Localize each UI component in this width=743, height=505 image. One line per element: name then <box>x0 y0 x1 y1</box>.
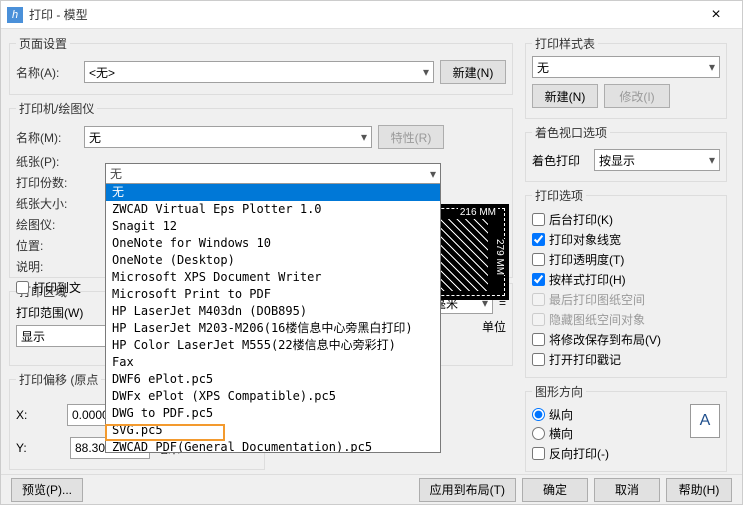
orient-group: 图形方向 纵向 横向 反向打印(-) A <box>525 383 727 472</box>
papersize-label: 纸张大小: <box>16 195 78 212</box>
style-edit-button[interactable]: 修改(I) <box>604 84 670 108</box>
orient-landscape[interactable]: 横向 <box>532 425 680 442</box>
plotter-legend: 打印机/绘图仪 <box>16 100 97 117</box>
viewport-legend: 着色视口选项 <box>532 124 610 141</box>
dropdown-item[interactable]: Snagit 12 <box>106 218 440 235</box>
plotter-props-button[interactable]: 特性(R) <box>378 125 444 149</box>
paper-label: 纸张(P): <box>16 153 78 170</box>
orient-legend: 图形方向 <box>532 383 586 400</box>
options-group: 打印选项 后台打印(K) 打印对象线宽 打印透明度(T) 按样式打印(H) 最后… <box>525 187 727 378</box>
dropdown-item[interactable]: DWF6 ePlot.pc5 <box>106 371 440 388</box>
copies-label: 打印份数: <box>16 174 78 191</box>
preview-button[interactable]: 预览(P)... <box>11 478 83 502</box>
plotter-name-label: 名称(M): <box>16 129 78 146</box>
pagesetup-name-label: 名称(A): <box>16 64 78 81</box>
opt-save-check[interactable]: 将修改保存到布局(V) <box>532 331 720 348</box>
orientation-icon: A <box>690 404 720 438</box>
desc-label: 说明: <box>16 258 78 275</box>
dropdown-item[interactable]: DWG to PDF.pc5 <box>106 405 440 422</box>
dropdown-item[interactable]: OneNote (Desktop) <box>106 252 440 269</box>
offset-legend: 打印偏移 (原点 <box>16 371 101 388</box>
shade-label: 着色打印 <box>532 152 588 169</box>
dropdown-item[interactable]: SVG.pc5 <box>106 422 440 439</box>
preview-height: 279 MM <box>494 239 505 275</box>
apply-button[interactable]: 应用到布局(T) <box>419 478 516 502</box>
shade-combo[interactable]: 按显示 <box>594 149 720 171</box>
orient-portrait[interactable]: 纵向 <box>532 406 680 423</box>
style-new-button[interactable]: 新建(N) <box>532 84 598 108</box>
ok-button[interactable]: 确定 <box>522 478 588 502</box>
footer: 预览(P)... 应用到布局(T) 确定 取消 帮助(H) <box>1 474 742 504</box>
dropdown-item[interactable]: Microsoft XPS Document Writer <box>106 269 440 286</box>
style-combo[interactable]: 无 <box>532 56 720 78</box>
preview-width: 216 MM <box>458 207 498 218</box>
dropdown-item[interactable]: Fax <box>106 354 440 371</box>
location-label: 位置: <box>16 237 78 254</box>
style-group: 打印样式表 无 新建(N) 修改(I) <box>525 35 727 119</box>
unit-label: 单位 <box>482 318 506 335</box>
pagesetup-name-combo[interactable]: <无> <box>84 61 434 83</box>
dropdown-item[interactable]: 无 <box>106 184 440 201</box>
cancel-button[interactable]: 取消 <box>594 478 660 502</box>
opt-stamp-check[interactable]: 打开打印戳记 <box>532 351 720 368</box>
titlebar: h 打印 - 模型 × <box>1 1 742 29</box>
dropdown-item[interactable]: HP LaserJet M203-M206(16楼信息中心旁黑白打印) <box>106 320 440 337</box>
dropdown-item[interactable]: HP LaserJet M403dn (DOB895) <box>106 303 440 320</box>
dropdown-item[interactable]: ZWCAD Virtual Eps Plotter 1.0 <box>106 201 440 218</box>
help-button[interactable]: 帮助(H) <box>666 478 732 502</box>
dropdown-item[interactable]: DWFx ePlot (XPS Compatible).pc5 <box>106 388 440 405</box>
offset-y-label: Y: <box>16 441 64 455</box>
dropdown-item[interactable]: OneNote for Windows 10 <box>106 235 440 252</box>
dropdown-selected[interactable]: 无 <box>106 164 440 184</box>
opt-style-check[interactable]: 按样式打印(H) <box>532 271 720 288</box>
page-setup-group: 页面设置 名称(A): <无> 新建(N) <box>9 35 513 95</box>
dropdown-item[interactable]: Microsoft Print to PDF <box>106 286 440 303</box>
style-legend: 打印样式表 <box>532 35 598 52</box>
opt-bg-check[interactable]: 后台打印(K) <box>532 211 720 228</box>
orient-reverse[interactable]: 反向打印(-) <box>532 445 680 462</box>
plotter-dropdown[interactable]: 无 无ZWCAD Virtual Eps Plotter 1.0Snagit 1… <box>105 163 441 453</box>
device-label: 绘图仪: <box>16 216 78 233</box>
app-icon: h <box>7 7 23 23</box>
offset-x-label: X: <box>16 408 61 422</box>
viewport-group: 着色视口选项 着色打印 按显示 <box>525 124 727 182</box>
plotter-name-combo[interactable]: 无 <box>84 126 372 148</box>
close-button[interactable]: × <box>696 2 736 28</box>
dropdown-item[interactable]: ZWCAD PDF(General Documentation).pc5 <box>106 439 440 453</box>
page-setup-legend: 页面设置 <box>16 35 70 52</box>
window-title: 打印 - 模型 <box>29 6 696 23</box>
opt-trans-check[interactable]: 打印透明度(T) <box>532 251 720 268</box>
pagesetup-new-button[interactable]: 新建(N) <box>440 60 506 84</box>
opt-hide-check[interactable]: 隐藏图纸空间对象 <box>532 311 720 328</box>
opt-last-check[interactable]: 最后打印图纸空间 <box>532 291 720 308</box>
dropdown-item[interactable]: HP Color LaserJet M555(22楼信息中心旁彩打) <box>106 337 440 354</box>
options-legend: 打印选项 <box>532 187 586 204</box>
opt-lw-check[interactable]: 打印对象线宽 <box>532 231 720 248</box>
